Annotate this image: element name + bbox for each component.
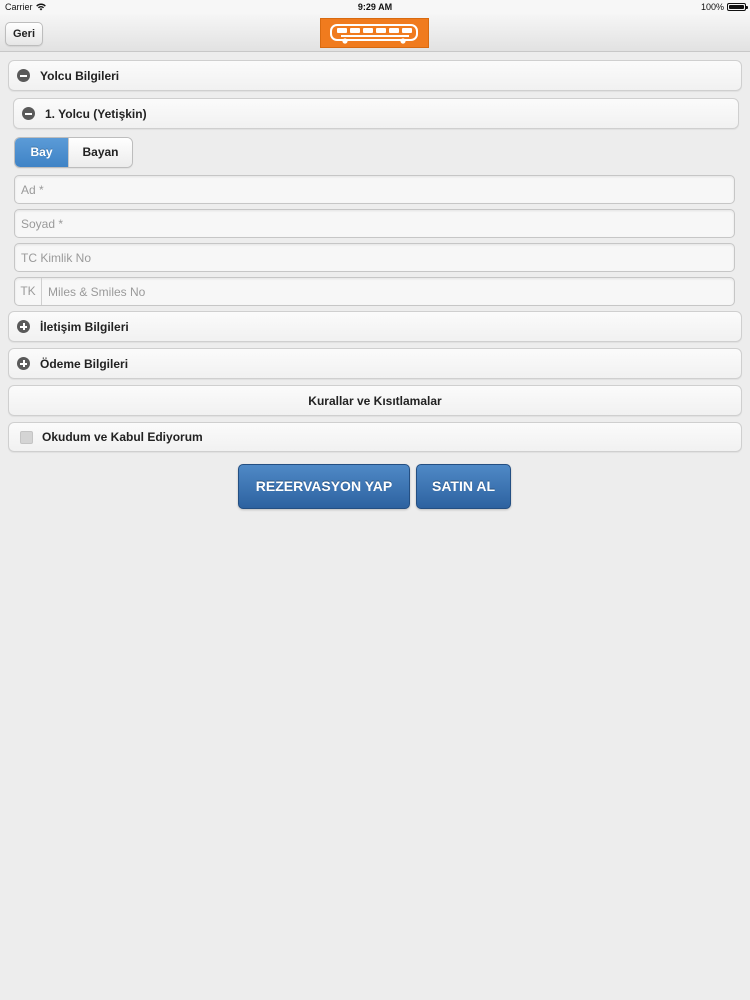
minus-circle-icon — [17, 69, 30, 82]
gender-option-bayan[interactable]: Bayan — [68, 138, 132, 167]
section-contact-info-label: İletişim Bilgileri — [40, 319, 129, 334]
status-time: 9:29 AM — [357, 2, 393, 12]
tc-id-field-wrap — [14, 243, 735, 272]
miles-field-wrap: TK — [14, 277, 735, 306]
buy-button[interactable]: SATIN AL — [416, 464, 511, 509]
miles-prefix: TK — [15, 278, 42, 305]
plus-circle-icon — [17, 320, 30, 333]
section-passenger-1-label: 1. Yolcu (Yetişkin) — [45, 106, 147, 121]
battery-percent: 100% — [700, 2, 724, 12]
back-button[interactable]: Geri — [5, 22, 44, 46]
first-name-input[interactable] — [15, 176, 734, 203]
rules-button[interactable]: Kurallar ve Kısıtlamalar — [8, 385, 742, 416]
plus-circle-icon — [17, 357, 30, 370]
minus-circle-icon — [22, 107, 35, 120]
section-passenger-info[interactable]: Yolcu Bilgileri — [8, 60, 742, 91]
battery-group: 100% — [700, 2, 748, 12]
accept-terms-row[interactable]: Okudum ve Kabul Ediyorum — [8, 422, 742, 452]
battery-fill — [729, 5, 744, 9]
status-bar: Carrier 9:29 AM 100% — [0, 0, 750, 14]
reserve-button[interactable]: REZERVASYON YAP — [238, 464, 410, 509]
rules-label: Kurallar ve Kısıtlamalar — [308, 393, 442, 408]
gender-option-bay[interactable]: Bay — [15, 138, 68, 167]
section-contact-info[interactable]: İletişim Bilgileri — [8, 311, 742, 342]
last-name-input[interactable] — [15, 210, 734, 237]
accept-terms-label: Okudum ve Kabul Ediyorum — [42, 430, 203, 444]
battery-icon — [727, 3, 748, 11]
section-payment-info-label: Ödeme Bilgileri — [40, 356, 129, 371]
gender-toggle: Bay Bayan — [14, 137, 133, 168]
section-passenger-1[interactable]: 1. Yolcu (Yetişkin) — [13, 98, 739, 129]
accept-terms-checkbox[interactable] — [20, 430, 33, 444]
bus-logo-graphic — [329, 24, 418, 44]
section-payment-info[interactable]: Ödeme Bilgileri — [8, 348, 742, 379]
last-name-field-wrap — [14, 209, 735, 238]
section-passenger-info-label: Yolcu Bilgileri — [40, 68, 120, 83]
first-name-field-wrap — [14, 175, 735, 204]
bus-logo-icon — [320, 18, 429, 48]
tc-id-input[interactable] — [15, 244, 734, 271]
nav-header: Geri — [0, 14, 750, 52]
miles-input[interactable] — [42, 278, 734, 305]
